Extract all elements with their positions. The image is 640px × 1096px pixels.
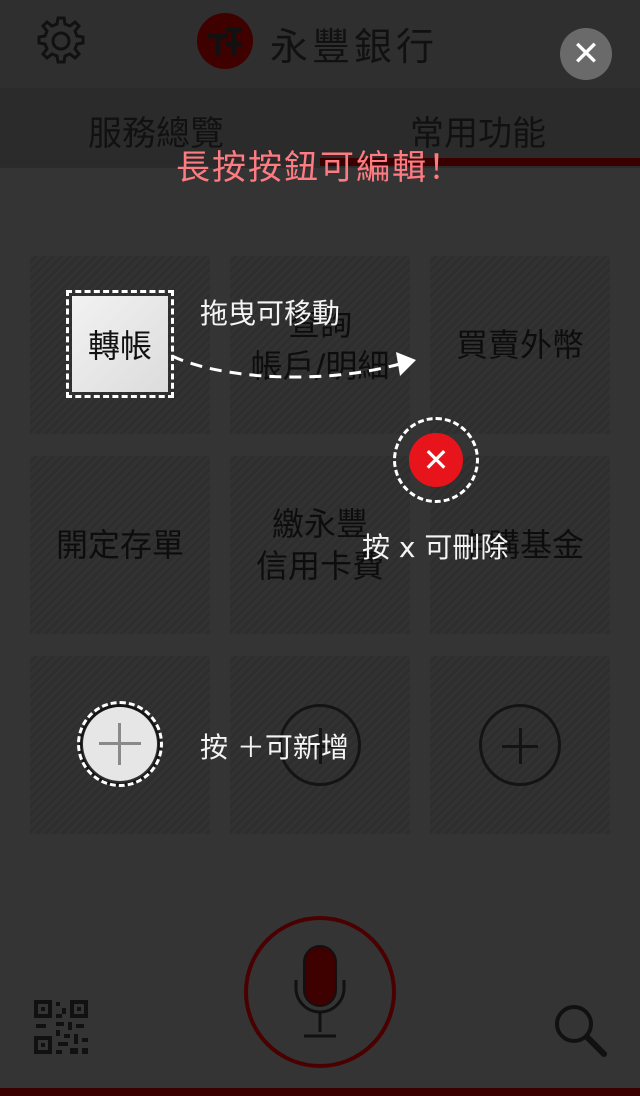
demo-draggable-tile[interactable]: 轉帳 [66, 290, 174, 398]
delete-hint-text: 按 x 可刪除 [362, 531, 509, 564]
grid-tile-account-query[interactable]: 查詢 帳戶/明細 [230, 256, 410, 434]
grid-tile-add-3[interactable] [430, 656, 610, 834]
gear-icon[interactable] [34, 14, 88, 68]
delete-icon: ✕ [422, 441, 450, 479]
microphone-icon[interactable] [290, 944, 350, 1040]
search-icon[interactable] [552, 1002, 608, 1058]
drag-hint-text: 拖曳可移動 [200, 297, 341, 330]
close-tutorial-button[interactable]: ✕ [560, 28, 612, 80]
grid-tile-foreign-exchange[interactable]: 買賣外幣 [430, 256, 610, 434]
delete-demo-button[interactable]: ✕ [409, 433, 463, 487]
add-demo-icon [83, 707, 157, 781]
add-demo-ring[interactable] [77, 701, 163, 787]
qr-code-icon[interactable] [34, 1000, 88, 1054]
edit-hint-text: 長按按鈕可編輯！ [176, 148, 464, 188]
add-icon[interactable] [479, 704, 561, 786]
grid-tile-time-deposit[interactable]: 開定存單 [30, 456, 210, 634]
tile-label: 開定存單 [55, 526, 184, 564]
demo-tile-label: 轉帳 [72, 296, 168, 392]
app-header: 永豐銀行 [0, 0, 640, 88]
tile-label: 買賣外幣 [455, 326, 584, 364]
close-icon: ✕ [571, 34, 601, 74]
bank-logo [197, 13, 253, 69]
drag-arrow-icon [171, 352, 416, 379]
bottom-accent-bar [0, 1088, 640, 1096]
add-hint-text: 按 ＋可新增 [200, 731, 349, 764]
brand-name: 永豐銀行 [270, 25, 439, 69]
